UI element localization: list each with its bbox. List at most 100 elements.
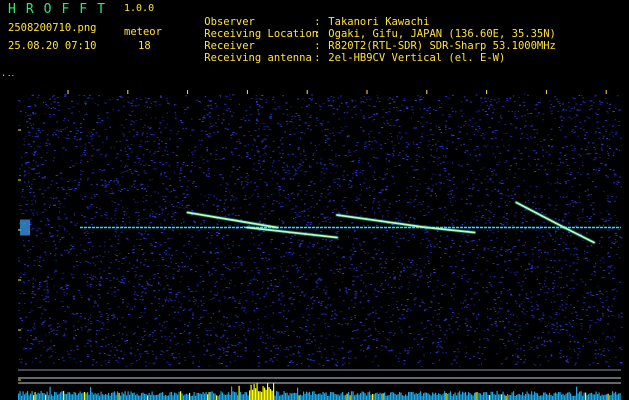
noise-speckle [500, 197, 503, 199]
noise-speckle [359, 301, 362, 303]
noise-speckle [203, 162, 205, 164]
noise-speckle [277, 353, 279, 355]
noise-speckle [580, 127, 583, 129]
noise-speckle [63, 227, 65, 229]
noise-speckle [310, 297, 312, 299]
noise-speckle [262, 148, 265, 150]
noise-speckle [600, 353, 603, 355]
noise-speckle [441, 265, 444, 267]
noise-speckle [487, 97, 489, 99]
noise-speckle [562, 196, 564, 198]
noise-speckle [352, 160, 355, 161]
spectrogram [0, 76, 629, 400]
noise-speckle [290, 121, 292, 122]
noise-speckle [551, 327, 553, 329]
noise-speckle [451, 196, 454, 198]
noise-speckle [418, 257, 421, 259]
noise-speckle [471, 270, 475, 272]
noise-speckle [364, 206, 366, 208]
noise-speckle [273, 267, 276, 269]
noise-speckle [280, 293, 283, 295]
noise-speckle [309, 338, 311, 340]
noise-speckle [360, 274, 363, 276]
noise-speckle [165, 175, 168, 177]
noise-speckle [566, 285, 568, 287]
noise-speckle [73, 313, 75, 315]
noise-speckle [395, 200, 398, 202]
noise-speckle [388, 207, 391, 208]
noise-speckle [217, 114, 220, 116]
noise-speckle [175, 154, 178, 156]
noise-speckle [158, 302, 160, 304]
noise-speckle [279, 139, 282, 141]
noise-speckle [217, 321, 219, 323]
noise-speckle [25, 316, 28, 318]
noise-speckle [388, 103, 392, 105]
noise-speckle [33, 151, 36, 153]
noise-speckle [362, 221, 364, 223]
noise-speckle [130, 308, 132, 310]
noise-speckle [207, 175, 210, 177]
noise-speckle [319, 162, 322, 164]
noise-speckle [170, 293, 173, 295]
noise-speckle [297, 269, 300, 271]
noise-speckle [185, 165, 187, 166]
noise-speckle [331, 149, 333, 151]
noise-speckle [389, 153, 391, 155]
noise-speckle [444, 334, 446, 336]
noise-speckle [414, 169, 416, 171]
noise-speckle [445, 155, 447, 157]
noise-speckle [289, 248, 292, 250]
noise-speckle [606, 110, 608, 112]
noise-speckle [291, 153, 294, 155]
noise-speckle [232, 207, 235, 209]
noise-speckle [373, 137, 375, 138]
noise-speckle [567, 361, 570, 363]
noise-speckle [118, 345, 121, 347]
noise-speckle [57, 216, 60, 218]
noise-speckle [575, 103, 578, 105]
noise-speckle [219, 349, 222, 351]
noise-speckle [618, 347, 622, 349]
noise-speckle [327, 97, 329, 99]
noise-speckle [139, 344, 142, 346]
noise-speckle [290, 254, 292, 256]
noise-speckle [565, 183, 567, 185]
noise-speckle [315, 103, 317, 104]
noise-speckle [112, 356, 114, 358]
noise-speckle [530, 347, 533, 349]
noise-speckle [401, 217, 403, 219]
noise-speckle [99, 273, 101, 275]
noise-speckle [25, 348, 27, 350]
noise-speckle [452, 272, 455, 273]
noise-speckle [123, 135, 125, 137]
noise-speckle [549, 339, 551, 341]
noise-speckle [242, 187, 244, 189]
noise-speckle [307, 215, 310, 217]
noise-speckle [320, 158, 323, 160]
noise-speckle [89, 206, 92, 208]
noise-speckle [331, 105, 333, 107]
noise-speckle [555, 204, 558, 206]
noise-speckle [323, 164, 326, 166]
noise-speckle [464, 300, 466, 302]
noise-speckle [39, 286, 41, 287]
noise-speckle [459, 365, 461, 367]
noise-speckle [163, 358, 165, 360]
noise-speckle [119, 253, 121, 254]
noise-speckle [548, 322, 550, 324]
noise-speckle [244, 350, 247, 352]
noise-speckle [547, 134, 550, 136]
noise-speckle [107, 164, 109, 166]
noise-speckle [140, 163, 142, 165]
noise-speckle [95, 256, 97, 258]
noise-speckle [607, 195, 610, 197]
noise-speckle [437, 162, 439, 164]
noise-speckle [510, 123, 512, 125]
noise-speckle [570, 323, 572, 325]
noise-speckle [455, 255, 457, 257]
noise-speckle [116, 349, 119, 351]
noise-speckle [437, 342, 440, 344]
noise-speckle [446, 179, 449, 181]
noise-speckle [390, 350, 394, 352]
